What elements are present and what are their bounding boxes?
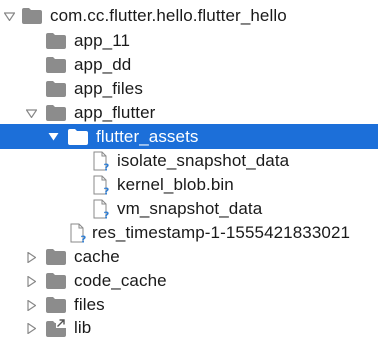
svg-text:?: ?: [104, 187, 110, 196]
folder-icon: [22, 4, 42, 28]
unknown-file-icon: ?: [93, 197, 109, 221]
chevron-down-icon[interactable]: [2, 4, 16, 28]
chevron-right-icon[interactable]: [24, 293, 38, 317]
folder-icon: [46, 29, 66, 53]
tree-item-label: app_dd: [74, 55, 132, 74]
tree-item-label: isolate_snapshot_data: [117, 151, 290, 170]
unknown-file-icon: ?: [70, 221, 86, 245]
tree-item-kernel-blob-bin[interactable]: ? kernel_blob.bin: [0, 173, 378, 197]
svg-text:?: ?: [81, 235, 87, 244]
folder-icon: [46, 77, 66, 101]
tree-item-isolate-snapshot-data[interactable]: ? isolate_snapshot_data: [0, 149, 378, 173]
file-tree: com.cc.flutter.hello.flutter_hello app_1…: [0, 0, 378, 341]
chevron-right-icon[interactable]: [24, 269, 38, 293]
tree-item-app-flutter[interactable]: app_flutter: [0, 101, 378, 125]
tree-item-label: lib: [74, 318, 92, 337]
tree-item-label: flutter_assets: [96, 126, 199, 146]
tree-item-label: app_files: [74, 79, 143, 98]
chevron-down-icon[interactable]: [24, 101, 38, 125]
tree-root-label: com.cc.flutter.hello.flutter_hello: [50, 6, 287, 25]
tree-item-vm-snapshot-data[interactable]: ? vm_snapshot_data: [0, 197, 378, 221]
tree-item-files[interactable]: files: [0, 293, 378, 317]
tree-item-label: code_cache: [74, 271, 167, 290]
tree-item-label: app_11: [74, 31, 131, 50]
folder-icon: [46, 53, 66, 77]
tree-item-app-11[interactable]: app_11: [0, 29, 378, 53]
folder-icon: [46, 269, 66, 293]
tree-item-label: app_flutter: [74, 103, 156, 122]
tree-item-label: res_timestamp-1-1555421833021: [92, 223, 351, 242]
unknown-file-icon: ?: [93, 173, 109, 197]
folder-link-icon: [46, 316, 66, 340]
unknown-file-icon: ?: [93, 149, 109, 173]
tree-item-cache[interactable]: cache: [0, 245, 378, 269]
chevron-down-icon[interactable]: [46, 125, 60, 149]
folder-icon: [68, 125, 88, 149]
tree-item-label: files: [74, 295, 105, 314]
tree-item-flutter-assets[interactable]: flutter_assets: [0, 124, 378, 149]
tree-item-label: cache: [74, 247, 120, 266]
tree-root-row[interactable]: com.cc.flutter.hello.flutter_hello: [0, 4, 378, 28]
tree-item-code-cache[interactable]: code_cache: [0, 269, 378, 293]
svg-text:?: ?: [104, 211, 110, 220]
folder-icon: [46, 293, 66, 317]
tree-item-lib[interactable]: lib: [0, 316, 378, 340]
tree-item-res-timestamp[interactable]: ? res_timestamp-1-1555421833021: [0, 221, 378, 245]
chevron-right-icon[interactable]: [24, 245, 38, 269]
tree-item-app-files[interactable]: app_files: [0, 77, 378, 101]
folder-icon: [46, 245, 66, 269]
tree-item-label: kernel_blob.bin: [117, 175, 234, 194]
svg-text:?: ?: [104, 163, 110, 172]
tree-item-app-dd[interactable]: app_dd: [0, 53, 378, 77]
tree-item-label: vm_snapshot_data: [117, 199, 263, 218]
chevron-right-icon[interactable]: [24, 316, 38, 340]
folder-icon: [46, 101, 66, 125]
